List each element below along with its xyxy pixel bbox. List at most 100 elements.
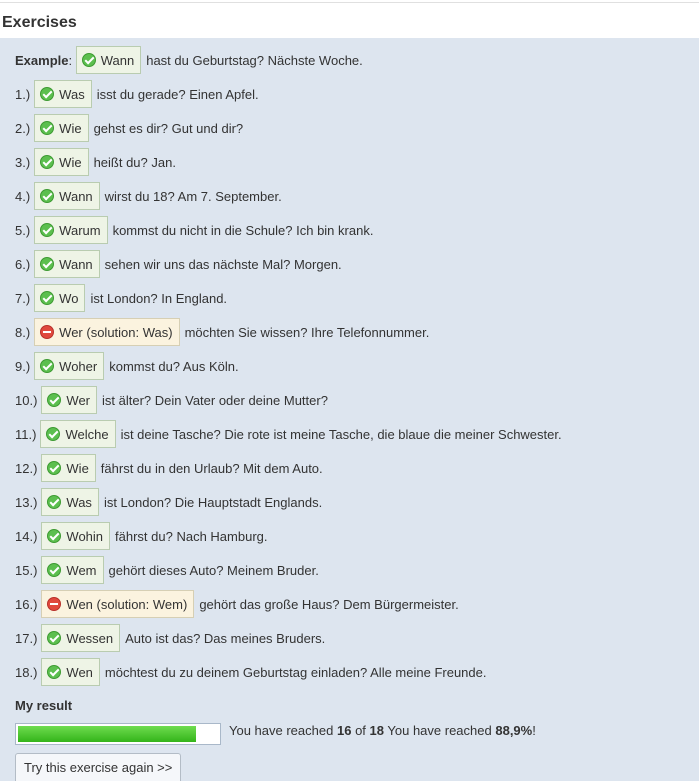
exercise-number: 7.)	[15, 290, 31, 306]
question-text: kommst du? Aus Köln.	[109, 358, 239, 374]
example-answer-box: Wann	[75, 46, 142, 74]
check-circle-icon	[47, 393, 62, 407]
question-text: fährst du in den Urlaub? Mit dem Auto.	[100, 460, 323, 476]
retry-button[interactable]: Try this exercise again >>	[15, 753, 182, 781]
minus-circle-icon	[40, 325, 55, 339]
question-text: wirst du 18? Am 7. September.	[104, 188, 282, 204]
exercise-number: 10.)	[15, 392, 38, 408]
check-circle-icon	[47, 529, 62, 543]
answer-box: Wohin	[41, 522, 111, 550]
progress-bar	[15, 723, 221, 745]
check-circle-icon	[40, 257, 55, 271]
answer-box: Wer (solution: Was)	[34, 318, 180, 346]
example-colon: :	[68, 52, 73, 68]
question-text: ist deine Tasche? Die rote ist meine Tas…	[120, 426, 562, 442]
exercise-number: 1.)	[15, 86, 31, 102]
exercise-number: 15.)	[15, 562, 38, 578]
exercise-number: 17.)	[15, 630, 38, 646]
check-circle-icon	[46, 427, 61, 441]
check-circle-icon	[81, 53, 96, 67]
answer-text: Was	[59, 86, 85, 102]
check-circle-icon	[40, 155, 55, 169]
question-text: ist London? Die Hauptstadt Englands.	[103, 494, 323, 510]
exercise-row: 6.) Wann sehen wir uns das nächste Mal? Mo…	[15, 249, 342, 279]
example-answer: Wann	[100, 52, 135, 68]
answer-text: Wohin	[66, 528, 104, 544]
question-text: fährst du? Nach Hamburg.	[115, 528, 268, 544]
exercise-row: 12.) Wie fährst du in den Urlaub? Mit dem …	[15, 453, 323, 483]
exercise-number: 4.)	[15, 188, 31, 204]
answer-text: Welche	[65, 426, 109, 442]
exercise-number: 3.)	[15, 154, 31, 170]
result-end: !	[532, 723, 536, 738]
answer-box: Wann	[34, 250, 100, 278]
answer-text: Wer	[66, 392, 91, 408]
check-circle-icon	[47, 495, 62, 509]
answer-box: Welche	[40, 420, 116, 448]
answer-box: Wo	[34, 284, 86, 312]
exercise-row: 16.) Wen (solution: Wem) gehört das große …	[15, 589, 459, 619]
question-text: gehört das große Haus? Dem Bürgermeister…	[199, 596, 459, 612]
result-score: 16	[336, 723, 352, 738]
check-circle-icon	[47, 461, 62, 475]
exercise-row: 8.) Wer (solution: Was) möchten Sie wissen…	[15, 317, 429, 347]
answer-text: Wen (solution: Wem)	[66, 596, 188, 612]
answer-text: Wann	[59, 188, 93, 204]
check-circle-icon	[40, 121, 55, 135]
answer-box: Wann	[34, 182, 100, 210]
exercise-row: 18.) Wen möchtest du zu deinem Geburtstag …	[15, 657, 486, 687]
result-prefix: You have reached	[229, 723, 334, 738]
progress-fill	[18, 726, 196, 742]
result-title: My result	[15, 698, 73, 713]
exercise-number: 13.)	[15, 494, 38, 510]
answer-box: Wie	[34, 148, 89, 176]
exercise-number: 5.)	[15, 222, 31, 238]
answer-text: Wann	[59, 256, 93, 272]
result-total: 18	[369, 723, 384, 738]
check-circle-icon	[47, 563, 62, 577]
exercise-row: 5.) Warum kommst du nicht in die Schule? I…	[15, 215, 373, 245]
answer-box: Woher	[34, 352, 105, 380]
check-circle-icon	[40, 223, 55, 237]
exercise-row: 7.) Wo ist London? In England.	[15, 283, 227, 313]
exercise-number: 2.)	[15, 120, 31, 136]
answer-box: Wer	[41, 386, 98, 414]
question-text: kommst du nicht in die Schule? Ich bin k…	[112, 222, 374, 238]
answer-text: Wie	[59, 154, 82, 170]
exercise-row: 14.) Wohin fährst du? Nach Hamburg.	[15, 521, 268, 551]
example-row: Example: Wann hast du Geburtstag? Nächst…	[15, 45, 363, 75]
answer-text: Warum	[59, 222, 101, 238]
exercise-row: 1.) Was isst du gerade? Einen Apfel.	[15, 79, 259, 109]
check-circle-icon	[40, 291, 55, 305]
exercise-row: 2.) Wie gehst es dir? Gut und dir?	[15, 113, 243, 143]
answer-box: Wie	[34, 114, 89, 142]
check-circle-icon	[40, 359, 55, 373]
question-text: Auto ist das? Das meines Bruders.	[125, 630, 326, 646]
question-text: heißt du? Jan.	[93, 154, 176, 170]
answer-box: Wen (solution: Wem)	[41, 590, 195, 618]
exercise-row: 13.) Was ist London? Die Hauptstadt Englan…	[15, 487, 322, 517]
question-text: gehört dieses Auto? Meinem Bruder.	[108, 562, 319, 578]
answer-text: Wem	[66, 562, 97, 578]
result-percent: 88,9%	[495, 723, 533, 738]
question-text: gehst es dir? Gut und dir?	[93, 120, 244, 136]
answer-box: Wem	[41, 556, 104, 584]
result-text: You have reached 16 of 18 You have reach…	[229, 723, 536, 739]
exercise-number: 9.)	[15, 358, 31, 374]
result-of: of	[355, 723, 366, 738]
example-text: hast du Geburtstag? Nächste Woche.	[146, 52, 363, 68]
exercise-row: 10.) Wer ist älter? Dein Vater oder deine …	[15, 385, 328, 415]
exercise-number: 12.)	[15, 460, 38, 476]
question-text: sehen wir uns das nächste Mal? Morgen.	[104, 256, 342, 272]
exercise-number: 18.)	[15, 664, 38, 680]
question-text: ist London? In England.	[90, 290, 228, 306]
answer-text: Wie	[59, 120, 82, 136]
answer-box: Wie	[41, 454, 96, 482]
check-circle-icon	[40, 87, 55, 101]
exercise-row: 9.) Woher kommst du? Aus Köln.	[15, 351, 239, 381]
answer-box: Warum	[34, 216, 108, 244]
example-label: Example	[15, 52, 69, 68]
exercise-row: 4.) Wann wirst du 18? Am 7. September.	[15, 181, 282, 211]
answer-text: Wessen	[66, 630, 114, 646]
check-circle-icon	[47, 665, 62, 679]
